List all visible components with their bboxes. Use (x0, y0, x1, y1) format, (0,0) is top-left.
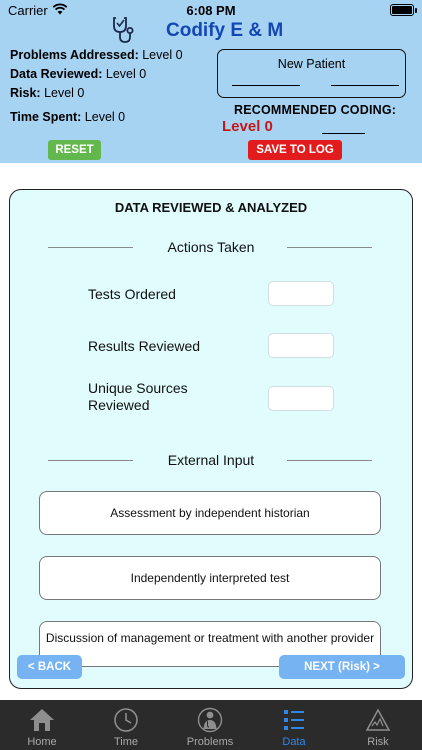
independent-historian-button[interactable]: Assessment by independent historian (39, 491, 381, 535)
tab-problems-label: Problems (186, 736, 234, 748)
app-title: Codify E & M (166, 20, 284, 41)
status-time: 6:08 PM (186, 3, 236, 18)
problems-level-value: Level 0 (142, 48, 183, 62)
reset-button[interactable]: RESET (48, 140, 101, 160)
list-icon (284, 710, 304, 730)
unique-sources-input[interactable] (268, 386, 334, 411)
risk-level: Risk: Level 0 (10, 86, 84, 100)
tests-ordered-label: Tests Ordered (88, 286, 176, 302)
risk-level-label: Risk: (10, 86, 41, 100)
tab-risk[interactable]: Risk (336, 700, 420, 750)
tab-home-label: Home (27, 736, 57, 748)
tab-home[interactable]: Home (0, 700, 84, 750)
clock-icon (114, 708, 138, 732)
tests-ordered-input[interactable] (268, 281, 334, 306)
data-reviewed-panel: DATA REVIEWED & ANALYZED Actions Taken T… (9, 189, 413, 689)
back-button[interactable]: < BACK (17, 655, 82, 679)
patient-field-line-1 (232, 85, 300, 86)
results-reviewed-input[interactable] (268, 333, 334, 358)
divider-line (287, 460, 372, 461)
divider-line (287, 247, 372, 248)
warning-icon (365, 708, 391, 731)
data-level-value: Level 0 (105, 67, 147, 81)
header: Carrier 6:08 PM Codify E & M Problems Ad… (0, 0, 422, 163)
unique-sources-label: Unique Sources Reviewed (88, 380, 188, 413)
time-level-value: Level 0 (84, 110, 126, 124)
tab-time-label: Time (113, 736, 139, 748)
recommended-coding-value: Level 0 (222, 118, 273, 135)
data-level: Data Reviewed: Level 0 (10, 67, 146, 81)
problems-level-label: Problems Addressed: (10, 48, 139, 62)
problems-level: Problems Addressed: Level 0 (10, 48, 183, 62)
new-patient-label: New Patient (277, 57, 346, 71)
time-level-label: Time Spent: (10, 110, 82, 124)
tab-bar: Home Time Problems Data Risk (0, 700, 422, 750)
home-icon (30, 709, 54, 731)
doctor-icon (197, 707, 223, 733)
status-bar: Carrier 6:08 PM (0, 0, 422, 20)
recommended-coding-label: RECOMMENDED CODING: (234, 103, 397, 117)
tab-data-label: Data (282, 736, 306, 748)
patient-field-line-2 (331, 85, 399, 86)
risk-level-value: Level 0 (44, 86, 85, 100)
next-risk-button[interactable]: NEXT (Risk) > (279, 655, 405, 679)
time-level: Time Spent: Level 0 (10, 110, 125, 124)
interpreted-test-button[interactable]: Independently interpreted test (39, 556, 381, 600)
battery-icon (390, 4, 417, 16)
new-patient-box[interactable]: New Patient (217, 49, 406, 98)
tab-data[interactable]: Data (252, 700, 336, 750)
stethoscope-logo-icon (113, 17, 134, 43)
results-reviewed-label: Results Reviewed (88, 338, 201, 354)
tab-risk-label: Risk (367, 736, 389, 748)
panel-title: DATA REVIEWED & ANALYZED (114, 200, 308, 215)
save-to-log-button[interactable]: SAVE TO LOG (248, 140, 342, 160)
tab-time[interactable]: Time (84, 700, 168, 750)
coding-field-line (322, 133, 365, 134)
tab-problems[interactable]: Problems (168, 700, 252, 750)
data-level-label: Data Reviewed: (10, 67, 103, 81)
